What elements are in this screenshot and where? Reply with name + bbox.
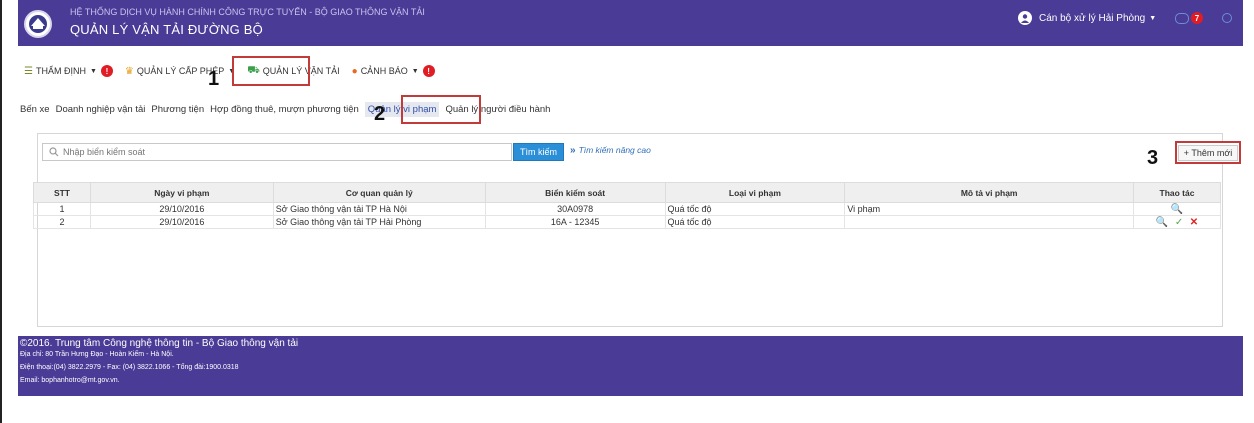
cell-actions: 🔍 <box>1133 202 1221 216</box>
cell-agency: Sở Giao thông vận tải TP Hải Phòng <box>272 215 486 229</box>
caret-down-icon: ▼ <box>89 67 97 75</box>
col-actions: Thao tác <box>1133 182 1221 203</box>
cell-date: 29/10/2016 <box>89 202 274 216</box>
table-row: 2 29/10/2016 Sở Giao thông vận tải TP Hả… <box>33 215 1221 229</box>
page: HỆ THỐNG DỊCH VỤ HÀNH CHÍNH CÔNG TRỰC TU… <box>18 0 1243 396</box>
app-title[interactable]: QUẢN LÝ VẬN TẢI ĐƯỜNG BỘ <box>70 22 263 37</box>
top-header: HỆ THỐNG DỊCH VỤ HÀNH CHÍNH CÔNG TRỰC TU… <box>18 0 1243 46</box>
add-new-button[interactable]: + Thêm mới <box>1177 144 1239 161</box>
footer-phone: Điện thoại:(04) 3822.2979 - Fax: (04) 38… <box>20 364 239 371</box>
content-panel: Tìm kiếm »Tìm kiếm nâng cao + Thêm mới <box>37 133 1241 327</box>
step-highlight-box <box>232 56 310 86</box>
notification-badge: 7 <box>1191 12 1203 24</box>
step-highlight-box <box>401 95 481 124</box>
caret-down-icon: ▼ <box>411 67 419 75</box>
step-marker-3: 3 <box>1147 147 1159 169</box>
table-row: 1 29/10/2016 Sở Giao thông vận tải TP Hà… <box>33 202 1221 216</box>
cell-description <box>844 215 1134 229</box>
cell-date: 29/10/2016 <box>89 215 274 229</box>
footer-email[interactable]: Email: bophanhotro@mt.gov.vn. <box>20 377 120 384</box>
violations-table: STT Ngày vi phạm Cơ quan quản lý Biển ki… <box>33 182 1221 229</box>
plate-search-input[interactable] <box>63 147 503 157</box>
search-button[interactable]: Tìm kiếm <box>513 143 564 161</box>
cell-agency: Sở Giao thông vận tải TP Hà Nội <box>272 202 486 216</box>
user-name: Cán bộ xử lý Hải Phòng <box>1039 12 1146 24</box>
plate-link[interactable]: 16A - 12345 <box>484 215 666 229</box>
view-detail-icon[interactable]: 🔍 <box>1156 217 1168 228</box>
certificate-icon: ♛ <box>124 65 134 77</box>
search-box <box>42 143 512 161</box>
cell-violation-type: Quá tốc độ <box>664 215 846 229</box>
submenu-doanh-nghiep[interactable]: Doanh nghiệp vận tải <box>56 104 146 115</box>
add-new-highlight: + Thêm mới <box>1175 141 1241 164</box>
caret-down-icon: ▼ <box>1149 14 1157 22</box>
advanced-search-link[interactable]: » Tìm kiếm nâng cao <box>570 145 651 156</box>
cell-actions: 🔍 ✓ ✕ <box>1133 215 1221 229</box>
col-stt: STT <box>33 182 91 203</box>
approve-icon[interactable]: ✓ <box>1175 217 1183 228</box>
chevron-right-icon: » <box>570 145 576 156</box>
plate-link[interactable]: 30A0978 <box>484 202 666 216</box>
step-marker-2: 2 <box>374 103 386 125</box>
footer-copyright: ©2016. Trung tâm Công nghệ thông tin - B… <box>20 338 299 349</box>
cell-stt: 2 <box>33 215 91 229</box>
ministry-logo-icon[interactable] <box>24 10 52 38</box>
cell-description: Vi phạm <box>844 202 1134 216</box>
user-avatar-icon <box>1018 11 1032 25</box>
menu-canh-bao[interactable]: ● CẢNH BÁO ▼ ! <box>346 60 441 82</box>
submenu-hop-dong[interactable]: Hợp đồng thuê, mượn phương tiện <box>210 104 359 115</box>
alert-icon: ● <box>351 65 358 77</box>
col-date: Ngày vi phạm <box>89 182 274 203</box>
col-plate: Biển kiểm soát <box>484 182 666 203</box>
logout-icon[interactable] <box>1222 13 1232 23</box>
system-title: HỆ THỐNG DỊCH VỤ HÀNH CHÍNH CÔNG TRỰC TU… <box>70 7 425 17</box>
col-agency: Cơ quan quản lý <box>272 182 486 203</box>
delete-icon[interactable]: ✕ <box>1190 217 1198 228</box>
advanced-search-label: Tìm kiếm nâng cao <box>578 145 651 155</box>
table-header-row: STT Ngày vi phạm Cơ quan quản lý Biển ki… <box>33 182 1221 203</box>
menu-quan-ly-cap-phep[interactable]: ♛ QUẢN LÝ CẤP PHÉP ▼ <box>119 60 241 82</box>
step-marker-1: 1 <box>208 68 220 90</box>
user-menu[interactable]: Cán bộ xử lý Hải Phòng ▼ <box>1018 11 1156 25</box>
search-icon <box>49 147 59 157</box>
alert-badge: ! <box>422 65 435 77</box>
page-footer: ©2016. Trung tâm Công nghệ thông tin - B… <box>18 336 1243 396</box>
chat-icon <box>1175 12 1189 24</box>
list-icon: ☰ <box>24 65 33 77</box>
alert-badge: ! <box>100 65 113 77</box>
footer-address: Địa chỉ: 80 Trần Hưng Đạo - Hoàn Kiếm - … <box>20 351 174 358</box>
submenu-ben-xe[interactable]: Bến xe <box>20 104 50 115</box>
cell-stt: 1 <box>33 202 91 216</box>
col-violation-type: Loại vi phạm <box>664 182 846 203</box>
main-menu: ☰ THẨM ĐỊNH ▼ ! ♛ QUẢN LÝ CẤP PHÉP ▼ ⛟ Q… <box>18 60 441 82</box>
screenshot-frame: HỆ THỐNG DỊCH VỤ HÀNH CHÍNH CÔNG TRỰC TU… <box>0 0 1254 423</box>
notification-button[interactable]: 7 <box>1175 12 1203 24</box>
view-detail-icon[interactable]: 🔍 <box>1171 204 1183 215</box>
menu-label: THẨM ĐỊNH <box>35 66 86 76</box>
menu-tham-dinh[interactable]: ☰ THẨM ĐỊNH ▼ ! <box>18 60 119 82</box>
submenu-phuong-tien[interactable]: Phương tiện <box>151 104 204 115</box>
menu-label: CẢNH BÁO <box>360 66 408 76</box>
col-description: Mô tả vi phạm <box>844 182 1134 203</box>
cell-violation-type: Quá tốc độ <box>664 202 846 216</box>
